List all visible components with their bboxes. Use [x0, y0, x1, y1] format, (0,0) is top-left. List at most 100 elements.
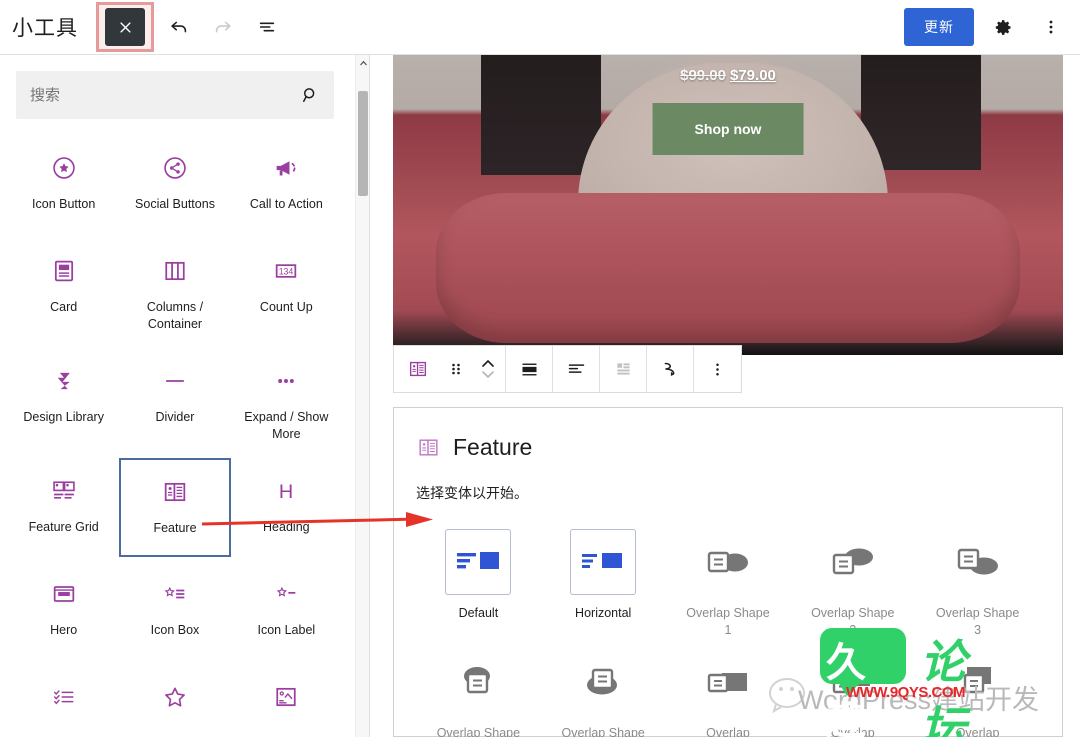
- block-item-feature-grid[interactable]: Feature Grid: [8, 458, 119, 557]
- replace-icon: [664, 362, 675, 376]
- redo-icon: [215, 21, 231, 33]
- variation-overlap-shape-1[interactable]: Overlap Shape 1: [666, 529, 791, 639]
- icon-box-icon: [161, 576, 189, 612]
- variation-thumb: [820, 649, 886, 715]
- svg-text:H: H: [279, 481, 293, 503]
- search-icon: [300, 85, 320, 105]
- block-toolbar: [393, 345, 742, 393]
- block-item-social-buttons[interactable]: Social Buttons: [119, 135, 230, 234]
- align-button[interactable]: [506, 346, 553, 392]
- block-item-heading[interactable]: H Heading: [231, 458, 342, 557]
- block-label: Hero: [50, 622, 78, 637]
- variation-overlap-background-3[interactable]: Overlap Background 3: [915, 649, 1040, 737]
- scrollbar-thumb[interactable]: [358, 91, 368, 196]
- feature-panel-header: Feature: [416, 434, 1040, 461]
- block-item-card[interactable]: Card: [8, 238, 119, 344]
- ellipsis-vertical-icon: [1049, 20, 1053, 34]
- feature-panel-title: Feature: [453, 434, 533, 460]
- heading-icon: H: [272, 473, 300, 509]
- block-label: Expand / Show More: [244, 409, 329, 441]
- block-label: Heading: [263, 519, 310, 534]
- move-block-buttons[interactable]: [471, 358, 505, 380]
- block-more-options-button[interactable]: [694, 346, 741, 392]
- block-item-icon-button[interactable]: Icon Button: [8, 135, 119, 234]
- block-list: Icon Button Social Buttons Call to Actio…: [0, 135, 350, 737]
- block-item-icon-label[interactable]: Icon Label: [231, 561, 342, 660]
- divider-icon: [161, 363, 189, 399]
- block-item-count-up[interactable]: 134 Count Up: [231, 238, 342, 344]
- variation-overlap-background-2[interactable]: Overlap Background 2: [790, 649, 915, 737]
- variation-overlap-shape-3[interactable]: Overlap Shape 3: [915, 529, 1040, 639]
- replace-button[interactable]: [647, 346, 694, 392]
- count-up-icon: 134: [272, 253, 300, 289]
- settings-button[interactable]: [984, 8, 1022, 46]
- variation-overlap-background-1[interactable]: Overlap Background 1: [666, 649, 791, 737]
- list-view-button[interactable]: [248, 8, 286, 46]
- variation-label: Overlap Background 1: [706, 725, 750, 737]
- redo-button[interactable]: [204, 8, 242, 46]
- variation-thumb: [695, 529, 761, 595]
- overlap-shape-2-icon: [832, 548, 873, 575]
- drag-handle-button[interactable]: [441, 346, 471, 392]
- block-label: Design Library: [23, 409, 104, 424]
- variation-default[interactable]: Default: [416, 529, 541, 639]
- chevron-up-icon[interactable]: [356, 55, 370, 71]
- close-icon: [119, 21, 131, 33]
- variation-label: Default: [458, 606, 499, 620]
- shop-now-button[interactable]: Shop now: [652, 103, 804, 155]
- undo-button[interactable]: [160, 8, 198, 46]
- overlap-background-3-icon: [963, 666, 991, 693]
- update-button[interactable]: 更新: [904, 8, 974, 46]
- block-item-feature[interactable]: Feature: [119, 457, 231, 557]
- block-label: Card: [50, 300, 78, 314]
- variation-label: Overlap Shape 4: [436, 725, 521, 737]
- block-item-columns-container[interactable]: Columns / Container: [119, 238, 230, 344]
- editor-top-bar: 小工具 更新: [0, 0, 1080, 55]
- block-item-hero[interactable]: Hero: [8, 561, 119, 660]
- block-label: Feature Grid: [28, 519, 99, 534]
- block-item-call-to-action[interactable]: Call to Action: [231, 135, 342, 234]
- block-item-divider[interactable]: Divider: [119, 348, 230, 454]
- design-library-icon: [50, 363, 78, 399]
- close-button[interactable]: [105, 8, 145, 46]
- price-row: $99.00 $79.00: [393, 67, 1063, 84]
- block-item-rating[interactable]: [119, 664, 230, 737]
- variation-thumb: [945, 649, 1011, 715]
- block-item-image-box[interactable]: [231, 664, 342, 737]
- variation-overlap-shape-4[interactable]: Overlap Shape 4: [416, 649, 541, 737]
- block-item-expand-show-more[interactable]: Expand / Show More: [231, 348, 342, 454]
- layout-button[interactable]: [600, 346, 647, 392]
- icon-label-icon: [272, 576, 300, 612]
- text-align-button[interactable]: [553, 346, 600, 392]
- more-menu-button[interactable]: [1032, 8, 1070, 46]
- variation-label: Overlap Shape 5: [561, 725, 645, 737]
- block-item-icon-list[interactable]: [8, 664, 119, 737]
- block-item-icon-box[interactable]: Icon Box: [119, 561, 230, 660]
- block-label: Count Up: [259, 300, 313, 314]
- search-container: [0, 55, 350, 135]
- list-view-icon: [259, 22, 275, 32]
- svg-text:134: 134: [279, 267, 294, 277]
- variation-overlap-shape-5[interactable]: Overlap Shape 5: [541, 649, 666, 737]
- feature-icon: [416, 435, 441, 460]
- megaphone-icon: [272, 150, 300, 186]
- hero-icon: [50, 576, 78, 612]
- variation-label: Overlap Shape 2: [811, 606, 895, 637]
- search-input[interactable]: [30, 86, 300, 104]
- variation-thumb: [945, 529, 1011, 595]
- inserter-scrollbar[interactable]: [355, 55, 369, 737]
- variation-horizontal[interactable]: Horizontal: [541, 529, 666, 639]
- original-price: $99.00: [680, 67, 726, 84]
- checklist-icon: [50, 679, 78, 715]
- social-buttons-icon: [161, 150, 189, 186]
- feature-icon: [409, 361, 426, 377]
- ellipsis-vertical-icon: [716, 362, 719, 376]
- block-toolbar-group-left: [394, 346, 506, 392]
- block-item-design-library[interactable]: Design Library: [8, 348, 119, 454]
- page-title: 小工具: [12, 17, 78, 40]
- variation-horizontal-icon: [582, 553, 623, 568]
- search-field[interactable]: [16, 71, 334, 119]
- variation-overlap-shape-2[interactable]: Overlap Shape 2: [790, 529, 915, 639]
- block-type-feature-button[interactable]: [394, 346, 441, 392]
- variation-thumb: [570, 649, 636, 715]
